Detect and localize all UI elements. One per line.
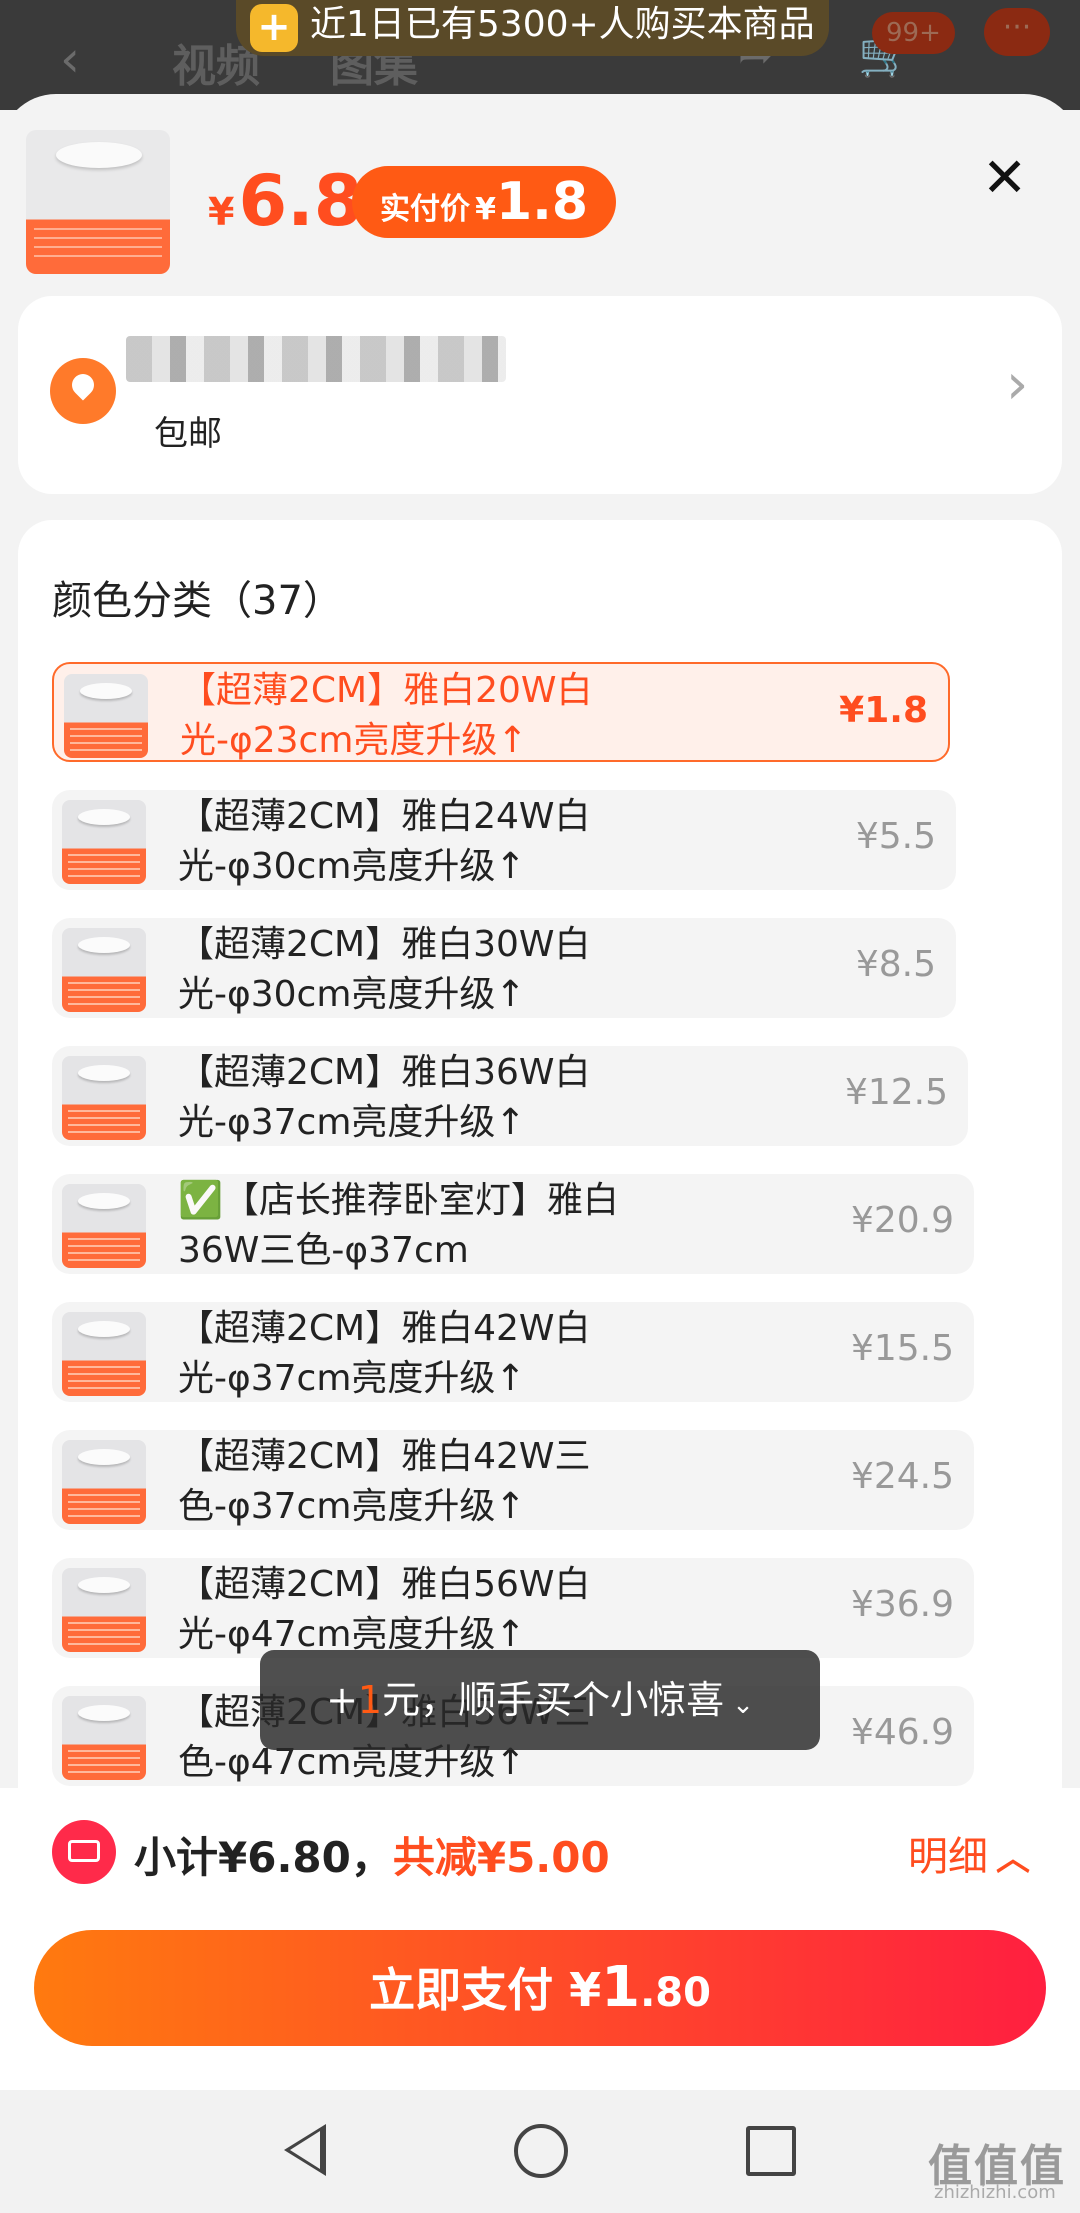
option-price: ¥24.5 [850,1456,954,1497]
option-price: ¥46.9 [850,1712,954,1753]
option-thumbnail [62,1312,146,1396]
address-redacted [126,336,506,382]
option-item[interactable]: 【超薄2CM】雅白36W白光-φ37cm亮度升级↑ ¥12.5 [52,1046,968,1146]
option-thumbnail [64,674,148,758]
discount-text: 共减¥5.00 [392,1833,610,1882]
product-price: ¥6.8 [208,160,363,242]
option-price: ¥36.9 [850,1584,954,1625]
gift-plus-icon: + [250,4,298,52]
option-thumbnail [62,1696,146,1780]
option-thumbnail [62,1184,146,1268]
address-card[interactable]: 包邮 › [18,296,1062,494]
nav-home-icon[interactable] [514,2124,568,2178]
option-label: 【超薄2CM】雅白20W白光-φ23cm亮度升级↑ [180,670,593,761]
option-thumbnail [62,800,146,884]
option-label: 【超薄2CM】雅白56W白光-φ47cm亮度升级↑ [178,1564,591,1655]
cart-count-badge: 99+ [872,12,955,54]
option-label: 【超薄2CM】雅白24W白光-φ30cm亮度升级↑ [178,796,591,887]
pay-now-button[interactable]: 立即支付 ¥1.80 [34,1930,1046,2046]
option-label: 【超薄2CM】雅白30W白光-φ30cm亮度升级↑ [178,924,591,1015]
back-arrow-icon: ‹ [60,30,80,88]
options-title: 颜色分类（37） [52,578,343,624]
option-label: 【超薄2CM】雅白42W白光-φ37cm亮度升级↑ [178,1308,591,1399]
option-item[interactable]: 【超薄2CM】雅白42W三色-φ37cm亮度升级↑ ¥24.5 [52,1430,974,1530]
lamp-image [56,142,142,168]
option-item[interactable]: 【超薄2CM】雅白30W白光-φ30cm亮度升级↑ ¥8.5 [52,918,956,1018]
option-item[interactable]: 【超薄2CM】雅白24W白光-φ30cm亮度升级↑ ¥5.5 [52,790,956,890]
coupon-icon [52,1820,116,1884]
nav-recents-icon[interactable] [746,2126,796,2176]
system-nav-bar: 值值值 zhizhizhi.com [0,2090,1080,2213]
real-price-pill: 实付价 ¥1.8 [352,166,617,238]
more-icon: ··· [984,8,1050,56]
option-price: ¥15.5 [850,1328,954,1369]
option-item[interactable]: 【超薄2CM】雅白20W白光-φ23cm亮度升级↑ ¥1.8 [52,662,950,762]
subtotal-text: 小计¥6.80，共减¥5.00 [134,1833,610,1882]
free-shipping-label: 包邮 [154,414,222,454]
detail-toggle[interactable]: 明细 ︿ [908,1824,1030,1882]
chevron-up-icon: ︿ [996,1839,1030,1879]
option-item[interactable]: 【超薄2CM】雅白42W白光-φ37cm亮度升级↑ ¥15.5 [52,1302,974,1402]
option-price: ¥20.9 [850,1200,954,1241]
nav-back-icon[interactable] [284,2124,326,2176]
chevron-right-icon: › [1006,352,1029,417]
location-pin-icon [50,358,116,424]
close-icon[interactable]: ✕ [982,146,1027,209]
option-price: ¥5.5 [855,816,936,857]
watermark-url: zhizhizhi.com [934,2182,1056,2203]
addon-suggestion-toast[interactable]: +1元，顺手买个小惊喜 ⌄ [260,1650,820,1750]
option-label: 【超薄2CM】雅白42W三色-φ37cm亮度升级↑ [178,1436,591,1527]
option-thumbnail [62,1568,146,1652]
option-price: ¥12.5 [844,1072,948,1113]
option-price: ¥8.5 [855,944,936,985]
option-label: ✅【店长推荐卧室灯】雅白36W三色-φ37cm [178,1180,619,1271]
promo-text: 近1日已有5300+人购买本商品 [310,4,815,45]
option-label: 【超薄2CM】雅白36W白光-φ37cm亮度升级↑ [178,1052,591,1143]
purchase-promo-banner: + 近1日已有5300+人购买本商品 [236,0,829,56]
product-thumbnail[interactable] [26,130,170,274]
option-thumbnail [62,928,146,1012]
option-price: ¥1.8 [839,690,928,731]
chevron-down-icon: ⌄ [732,1690,754,1720]
option-thumbnail [62,1440,146,1524]
option-item[interactable]: 【超薄2CM】雅白56W白光-φ47cm亮度升级↑ ¥36.9 [52,1558,974,1658]
option-thumbnail [62,1056,146,1140]
option-item[interactable]: ✅【店长推荐卧室灯】雅白36W三色-φ37cm ¥20.9 [52,1174,974,1274]
